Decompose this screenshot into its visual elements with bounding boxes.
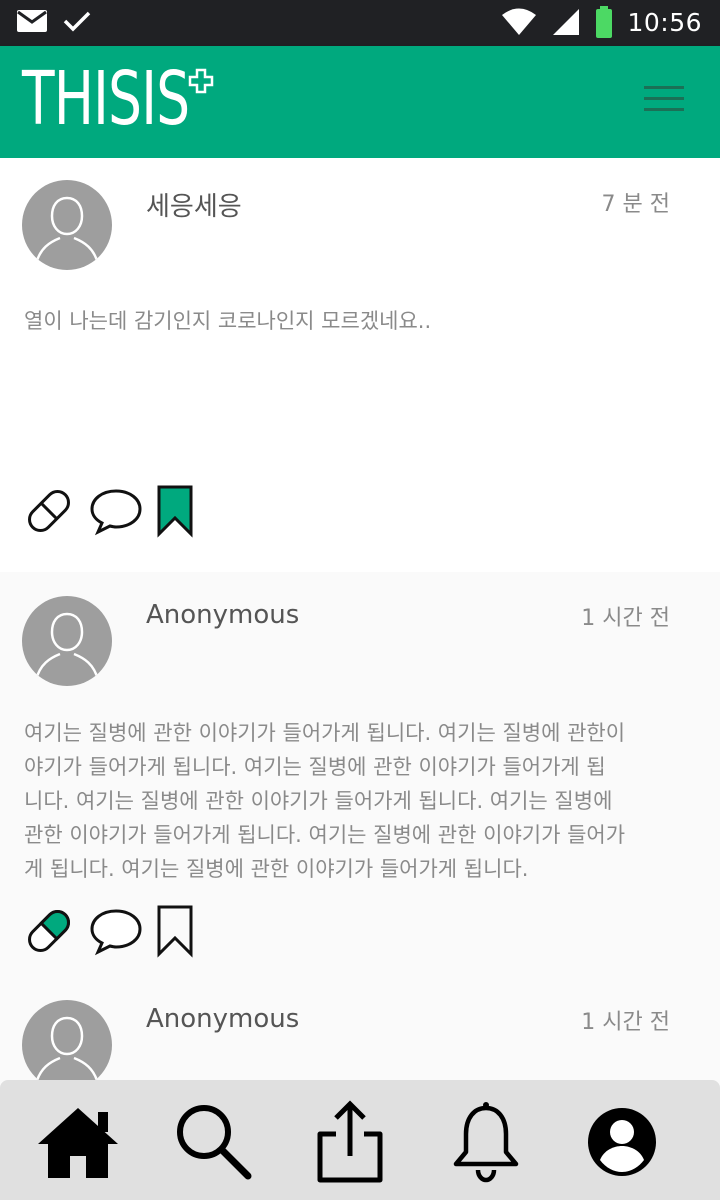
battery-icon — [596, 6, 613, 38]
logo-text: THISIS — [22, 56, 190, 142]
avatar[interactable] — [22, 180, 112, 270]
mail-icon — [17, 10, 47, 32]
bottom-nav — [0, 1080, 720, 1200]
pill-icon[interactable] — [22, 484, 76, 538]
person-icon — [35, 1016, 99, 1080]
nav-search[interactable] — [172, 1100, 256, 1184]
post-card[interactable]: Anonymous 1 시간 전 여기는 질병에 관한 이야기가 들어가게 됩니… — [0, 574, 720, 994]
comment-icon[interactable] — [88, 486, 144, 536]
post-time: 1 시간 전 — [581, 1010, 670, 1035]
post-body-line: 야기가 들어가게 됩니다. 여기는 질병에 관한 이야기가 들어가게 됩 — [24, 755, 606, 779]
bell-icon — [453, 1102, 519, 1183]
post-card[interactable]: Anonymous 1 시간 전 — [0, 978, 720, 1080]
status-bar: 10:56 — [0, 0, 720, 46]
post-body-line: 여기는 질병에 관한 이야기가 들어가게 됩니다. 여기는 질병에 관한이 — [24, 721, 626, 745]
comment-icon[interactable] — [88, 906, 144, 956]
post-feed[interactable]: 세응세응 7 분 전 열이 나는데 감기인지 코로나인지 모르겠네요.. Ano… — [0, 158, 720, 1080]
menu-button[interactable] — [644, 86, 684, 116]
post-actions — [22, 484, 194, 538]
check-icon — [63, 11, 91, 32]
menu-line — [644, 108, 684, 111]
wifi-icon — [502, 8, 537, 35]
nav-profile[interactable] — [580, 1100, 664, 1184]
person-icon — [34, 612, 100, 681]
post-body-line: 게 됩니다. 여기는 질병에 관한 이야기가 들어가게 됩니다. — [24, 857, 529, 881]
bookmark-icon[interactable] — [156, 484, 194, 538]
post-author[interactable]: 세응세응 — [146, 186, 242, 223]
pill-icon[interactable] — [22, 904, 76, 958]
app-logo[interactable]: THISIS — [22, 62, 254, 136]
share-icon — [317, 1100, 383, 1183]
post-author[interactable]: Anonymous — [146, 600, 299, 630]
person-icon — [34, 196, 100, 265]
post-actions — [22, 904, 194, 958]
status-time: 10:56 — [627, 7, 702, 37]
post-body-line: 관한 이야기가 들어가게 됩니다. 여기는 질병에 관한 이야기가 들어가 — [24, 823, 626, 847]
nav-home[interactable] — [36, 1100, 120, 1184]
signal-icon — [553, 9, 580, 35]
search-icon — [177, 1105, 252, 1180]
app-bar: THISIS — [0, 46, 720, 158]
post-body-line: 니다. 여기는 질병에 관한 이야기가 들어가게 됩니다. 여기는 질병에 — [24, 789, 613, 813]
avatar[interactable] — [22, 596, 112, 686]
bookmark-icon[interactable] — [156, 904, 194, 958]
menu-line — [644, 86, 684, 89]
nav-notifications[interactable] — [444, 1100, 528, 1184]
home-icon — [38, 1108, 118, 1178]
menu-line — [644, 97, 684, 100]
post-card[interactable]: 세응세응 7 분 전 열이 나는데 감기인지 코로나인지 모르겠네요.. — [0, 158, 720, 572]
post-body[interactable]: 열이 나는데 감기인지 코로나인지 모르겠네요.. — [24, 304, 700, 338]
avatar[interactable] — [22, 1000, 112, 1080]
nav-share[interactable] — [308, 1100, 392, 1184]
plus-icon — [188, 68, 214, 94]
profile-icon — [588, 1108, 656, 1176]
post-time: 7 분 전 — [601, 192, 670, 217]
post-author[interactable]: Anonymous — [146, 1004, 299, 1034]
post-time: 1 시간 전 — [581, 606, 670, 631]
post-body[interactable]: 여기는 질병에 관한 이야기가 들어가게 됩니다. 여기는 질병에 관한이 야기… — [24, 716, 700, 886]
